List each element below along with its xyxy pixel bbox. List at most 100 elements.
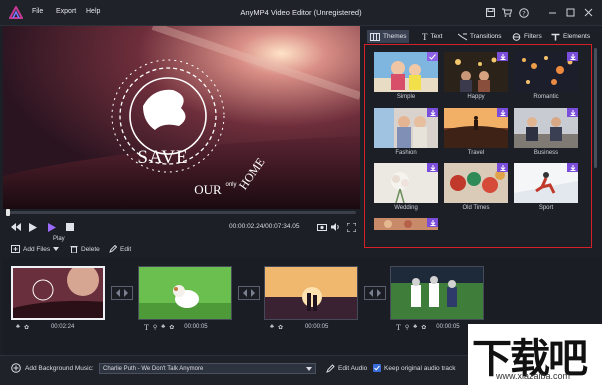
theme-thumb-more[interactable] [374,218,438,230]
theme-label-business: Business [533,150,559,156]
chevron-down-icon [306,367,312,371]
timeline-clip-4[interactable] [390,266,484,320]
keep-audio-label: Keep original audio track [384,365,456,372]
filter-icon[interactable]: ✿ [24,324,29,331]
add-files-label: Add Files [23,245,51,253]
clip-tools-1: ♣ ✿ 00:02:24 [16,322,74,332]
theme-thumb-romantic[interactable] [514,52,578,92]
audio-icon[interactable]: ♣ [161,324,165,330]
tab-filters[interactable]: Filters [509,30,545,43]
theme-label-travel: Travel [467,150,485,156]
clip-duration-1: 00:02:24 [50,324,75,330]
theme-thumb-simple[interactable] [374,52,438,92]
filter-icon[interactable]: ✿ [169,324,174,331]
download-icon [567,52,578,61]
play-icon[interactable] [27,221,39,233]
filter-icon[interactable]: ✿ [278,324,283,331]
svg-text:?: ? [522,9,525,17]
audio-icon[interactable]: ♣ [413,324,417,330]
delete-button[interactable]: Delete [70,243,100,255]
clip-tools-2: T ⚲ ♣ ✿ 00:00:05 [144,322,208,332]
themes-scrollbar[interactable] [594,48,597,168]
clip-tools-4: T ⚲ ♣ ✿ 00:00:05 [396,322,460,332]
text-icon[interactable]: T [396,323,401,332]
transition-slot-1[interactable] [111,286,133,300]
timecode: 00:00:02.24/00:07:34.05 [229,223,300,230]
edit-icon[interactable]: ⚲ [153,324,157,331]
theme-thumb-old-times[interactable] [444,163,508,203]
minimize-icon[interactable] [545,6,559,19]
tab-themes[interactable]: Themes [367,30,410,43]
theme-thumb-fashion[interactable] [374,108,438,148]
add-file-icon [11,245,20,253]
theme-thumb-travel[interactable] [444,108,508,148]
theme-thumb-wedding[interactable] [374,163,438,203]
clip-duration-2: 00:00:05 [184,324,208,330]
edit-audio-button[interactable]: Edit Audio [338,365,367,372]
trash-icon [70,246,78,253]
save-project-icon[interactable] [483,6,497,19]
theme-label-sport: Sport [538,205,554,211]
play-selected-icon[interactable] [46,221,58,233]
fullscreen-icon[interactable] [345,221,357,233]
text-icon: T [422,31,428,42]
preview-our-text: OUR [194,182,222,197]
edit-label: Edit [120,245,132,253]
chevron-down-icon[interactable] [53,247,60,251]
music-select[interactable]: Charlie Puth - We Don't Talk Anymore [99,363,316,374]
theme-label-old-times: Old Times [462,205,490,211]
panel-tabs: Themes T Text Transitions Filters Elemen… [362,28,602,44]
seek-bar[interactable] [6,209,356,216]
video-preview[interactable]: SAVE OUR only HOME [3,26,360,209]
theme-label-wedding: Wedding [394,205,418,211]
preview-save-text: SAVE [137,147,188,168]
theme-thumb-sport[interactable] [514,163,578,203]
tab-transitions[interactable]: Transitions [455,30,505,43]
theme-thumb-business[interactable] [514,108,578,148]
transition-slot-2[interactable] [238,286,260,300]
download-icon [567,108,578,117]
filter-icon[interactable]: ✿ [421,324,426,331]
download-icon [567,163,578,172]
edit-icon [109,245,117,253]
timeline-clip-1[interactable] [11,266,105,320]
clip-duration-4: 00:00:05 [436,324,460,330]
tab-elements-label: Elements [563,33,591,40]
volume-icon[interactable] [330,221,342,233]
close-icon[interactable] [581,6,595,19]
theme-thumb-happy[interactable] [444,52,508,92]
bg-music-label: Add Background Music: [25,365,94,372]
tab-text-label: Text [430,33,443,40]
add-files-button[interactable]: Add Files [11,243,62,255]
download-icon [427,108,438,117]
edit-audio-icon[interactable] [326,364,335,373]
stop-icon[interactable] [64,221,76,233]
theme-label-romantic: Romantic [533,94,559,100]
edit-button[interactable]: Edit [109,243,131,255]
add-music-icon[interactable] [11,363,21,373]
tab-elements[interactable]: Elements [548,30,593,43]
help-icon[interactable]: ? [517,6,531,19]
timeline-clip-3[interactable] [264,266,358,320]
tab-text[interactable]: T Text [419,30,445,43]
cart-icon[interactable] [500,6,514,19]
filters-icon [512,32,521,41]
check-icon [374,365,380,371]
download-icon [427,163,438,172]
theme-label-simple: Simple [396,94,416,100]
maximize-icon[interactable] [563,6,577,19]
audio-icon[interactable]: ♣ [16,324,20,330]
seek-handle[interactable] [6,209,10,216]
app-window: File Export Help AnyMP4 Video Editor (Un… [0,0,602,385]
site-watermark: 下载吧 www.xiazaiba.com [468,324,602,385]
text-icon[interactable]: T [144,323,149,332]
snapshot-icon[interactable] [316,221,328,233]
timeline-clip-2[interactable] [138,266,232,320]
edit-icon[interactable]: ⚲ [405,324,409,331]
themes-icon [370,32,380,41]
audio-icon[interactable]: ♣ [270,324,274,330]
rewind-icon[interactable] [10,221,22,233]
keep-audio-checkbox[interactable] [373,364,381,372]
transition-slot-3[interactable] [364,286,386,300]
tab-filters-label: Filters [524,33,542,40]
